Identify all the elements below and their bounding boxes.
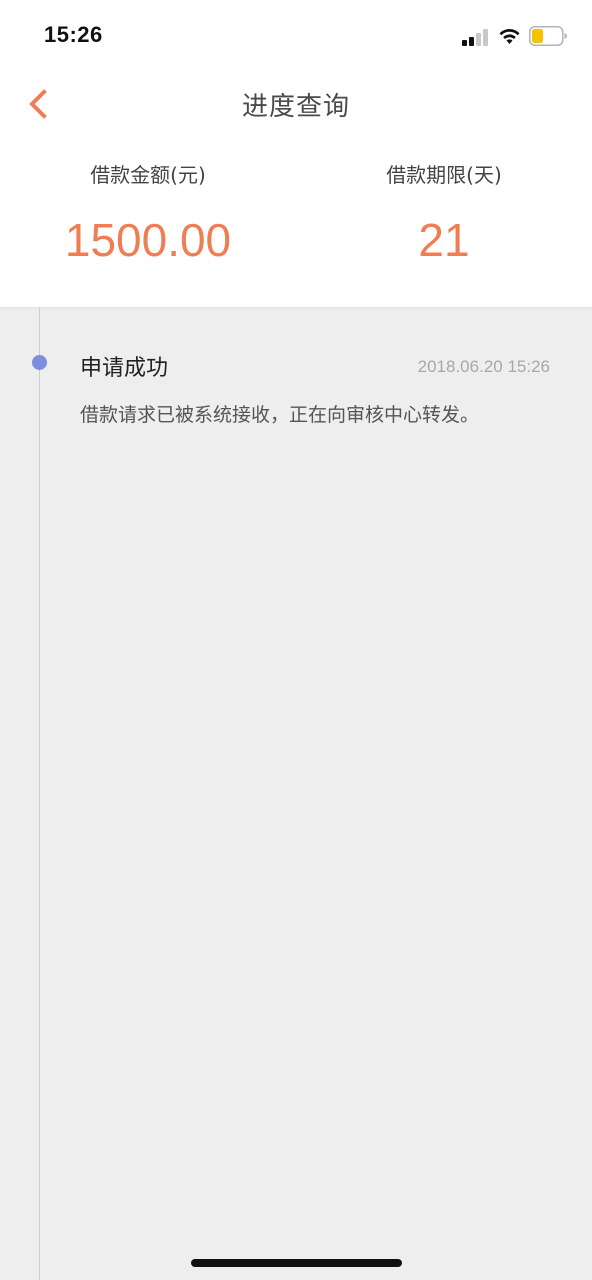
timeline-line <box>39 307 40 1280</box>
timeline-dot <box>32 355 47 370</box>
loan-amount-block: 借款金额(元) 1500.00 <box>0 160 296 268</box>
status-time: 15:26 <box>44 22 103 47</box>
status-bar: 15:26 <box>0 0 592 70</box>
header-card: 15:26 进度查询 借款金额(元) 1500.00 借款期限(天) 21 <box>0 0 592 307</box>
wifi-icon <box>499 28 520 44</box>
home-indicator[interactable] <box>191 1259 402 1267</box>
nav-bar: 进度查询 <box>0 70 592 140</box>
cellular-signal-icon <box>462 29 488 46</box>
loan-amount-value: 1500.00 <box>64 214 232 266</box>
timeline-event-time: 2018.06.20 15:26 <box>417 357 550 376</box>
loan-term-label: 借款期限(天) <box>386 163 502 187</box>
timeline-event-description: 借款请求已被系统接收，正在向审核中心转发。 <box>80 404 480 426</box>
loan-amount-label: 借款金额(元) <box>90 163 206 187</box>
battery-icon <box>529 26 567 46</box>
loan-term-value: 21 <box>418 214 470 266</box>
loan-summary: 借款金额(元) 1500.00 借款期限(天) 21 <box>0 160 592 280</box>
loan-term-block: 借款期限(天) 21 <box>296 160 592 268</box>
page-title: 进度查询 <box>241 92 350 122</box>
timeline-event-title: 申请成功 <box>80 356 169 381</box>
